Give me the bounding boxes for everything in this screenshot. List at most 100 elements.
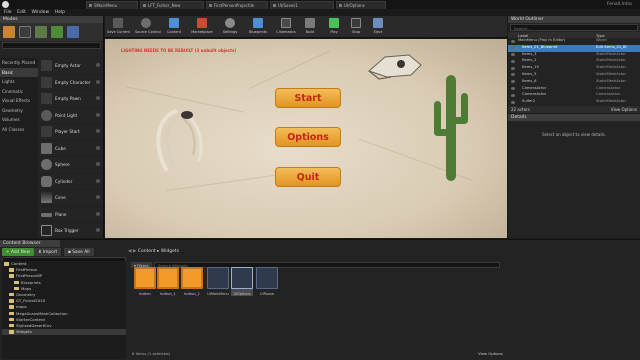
category-basic[interactable]: Basic bbox=[0, 67, 38, 77]
asset-tile[interactable]: button_1 bbox=[157, 267, 179, 296]
visibility-eye-icon[interactable] bbox=[511, 73, 515, 77]
asset-tile[interactable]: UIMainMenu bbox=[207, 267, 229, 296]
quit-button[interactable]: Quit bbox=[275, 167, 341, 187]
category-visual-effects[interactable]: Visual Effects bbox=[0, 96, 38, 106]
content-button[interactable]: Content bbox=[163, 17, 185, 37]
content-view-options-button[interactable]: View Options bbox=[478, 351, 503, 356]
breadcrumb-item[interactable]: Widgets bbox=[161, 249, 179, 254]
visibility-eye-icon[interactable] bbox=[511, 39, 515, 43]
actor-item[interactable]: Empty Pawn bbox=[39, 91, 103, 108]
outliner-row[interactable]: Items_5 StaticMeshActor bbox=[508, 72, 640, 79]
label-column-header[interactable]: Label bbox=[518, 33, 528, 38]
play-button[interactable]: Play bbox=[323, 17, 345, 37]
document-tab[interactable]: UI/Options bbox=[336, 1, 386, 9]
document-tab[interactable]: SMainMenu bbox=[86, 1, 138, 9]
eject-button[interactable]: Eject bbox=[367, 17, 389, 37]
actor-item[interactable]: Empty Actor bbox=[39, 58, 103, 75]
visibility-eye-icon[interactable] bbox=[511, 87, 515, 91]
ue-logo-icon[interactable] bbox=[2, 1, 9, 8]
category-lights[interactable]: Lights bbox=[0, 77, 38, 87]
document-tab[interactable]: FirstPersonProjectile bbox=[206, 1, 268, 9]
source-control-button[interactable]: Source Control bbox=[135, 17, 161, 37]
actor-item[interactable]: Cone bbox=[39, 190, 103, 207]
menu-window[interactable]: Window bbox=[31, 10, 49, 15]
outliner-row[interactable]: Sulfer2 StaticMeshActor bbox=[508, 99, 640, 106]
actor-item[interactable]: Point Light bbox=[39, 108, 103, 124]
outliner-row[interactable]: Items_3 StaticMeshActor bbox=[508, 52, 640, 59]
visibility-eye-icon[interactable] bbox=[511, 93, 515, 97]
menu-help[interactable]: Help bbox=[55, 10, 65, 15]
document-tab[interactable]: LFT_Fullscr_New bbox=[140, 1, 204, 9]
back-icon[interactable]: ◀ ▶ bbox=[128, 249, 138, 254]
visibility-eye-icon[interactable] bbox=[511, 100, 515, 104]
build-button[interactable]: Build bbox=[299, 17, 321, 37]
geometry-mode-icon[interactable] bbox=[67, 26, 79, 38]
menu-edit[interactable]: Edit bbox=[17, 10, 26, 15]
visibility-eye-icon[interactable] bbox=[511, 66, 515, 70]
foliage-mode-icon[interactable] bbox=[51, 26, 63, 38]
asset-tile[interactable]: UIPause bbox=[256, 267, 278, 296]
actor-item[interactable]: Box Trigger bbox=[39, 223, 103, 240]
actor-item[interactable]: Sphere bbox=[39, 157, 103, 174]
outliner-row[interactable]: CameraActor CameraActor bbox=[508, 86, 640, 93]
world-outliner-tab[interactable]: World Outliner bbox=[508, 16, 640, 23]
actor-item[interactable]: Cylinder bbox=[39, 174, 103, 190]
place-search-input[interactable] bbox=[2, 42, 101, 49]
cinematics-button[interactable]: Cinematics bbox=[275, 17, 297, 37]
asset-tile[interactable]: UIOptions bbox=[231, 267, 253, 296]
folder-icon bbox=[4, 262, 9, 266]
content-icon bbox=[169, 18, 179, 28]
type-column-header[interactable]: Type bbox=[596, 33, 605, 38]
options-button[interactable]: Options bbox=[275, 127, 341, 147]
breadcrumb-item[interactable]: Content bbox=[138, 249, 156, 254]
place-mode-icon[interactable] bbox=[3, 26, 15, 38]
marketplace-button[interactable]: Marketplace bbox=[191, 17, 213, 37]
outliner-row[interactable]: Items_6 StaticMeshActor bbox=[508, 79, 640, 86]
landscape-mode-icon[interactable] bbox=[35, 26, 47, 38]
outliner-row[interactable]: CameraActor CameraActor bbox=[508, 92, 640, 99]
category-recently-placed[interactable]: Recently Placed bbox=[0, 58, 38, 68]
outliner-row[interactable]: MainMenu (Play In Editor) World bbox=[508, 38, 640, 45]
modes-tab[interactable]: Modes bbox=[0, 16, 103, 23]
info-icon bbox=[96, 96, 100, 100]
level-viewport[interactable]: LIGHTING NEEDS TO BE REBUILT (3 unbuilt … bbox=[105, 39, 507, 238]
visibility-eye-icon[interactable] bbox=[511, 46, 515, 50]
actor-item[interactable]: Plane bbox=[39, 207, 103, 223]
clapperboard-icon bbox=[281, 18, 291, 28]
outliner-row[interactable]: Items_10 StaticMeshActor bbox=[508, 65, 640, 72]
start-button[interactable]: Start bbox=[275, 88, 341, 108]
document-tab[interactable]: UI/Saves1 bbox=[270, 1, 334, 9]
save-current-button[interactable]: Save Current bbox=[107, 17, 130, 37]
actor-item[interactable]: Cube bbox=[39, 141, 103, 157]
visibility-eye-icon[interactable] bbox=[511, 80, 515, 84]
details-tab[interactable]: Details bbox=[508, 114, 640, 121]
settings-button[interactable]: Settings bbox=[219, 17, 241, 37]
visibility-eye-icon[interactable] bbox=[511, 53, 515, 57]
menu-bar: File Edit Window Help bbox=[0, 9, 200, 16]
blueprints-button[interactable]: Blueprints bbox=[247, 17, 269, 37]
outliner-search-input[interactable]: Search... bbox=[510, 24, 638, 31]
category-all-classes[interactable]: All Classes bbox=[0, 125, 38, 135]
outliner-row[interactable]: Items_01_Blueprint Edit Items_01_Bl bbox=[508, 44, 640, 52]
save-all-button[interactable]: ▪ Save All bbox=[64, 248, 94, 256]
actor-item[interactable]: Empty Character bbox=[39, 75, 103, 91]
stop-button[interactable]: Stop bbox=[345, 17, 367, 37]
asset-tile[interactable]: button bbox=[134, 267, 156, 296]
category-geometry[interactable]: Geometry bbox=[0, 106, 38, 116]
widget-button-thumbnail bbox=[157, 267, 179, 289]
visibility-eye-icon[interactable] bbox=[511, 59, 515, 63]
actor-item[interactable]: Player Start bbox=[39, 124, 103, 141]
paint-mode-icon[interactable] bbox=[19, 26, 31, 38]
add-new-button[interactable]: + Add New bbox=[2, 248, 35, 256]
category-volumes[interactable]: Volumes bbox=[0, 115, 38, 125]
player-start-icon bbox=[41, 126, 52, 137]
category-cinematic[interactable]: Cinematic bbox=[0, 87, 38, 97]
outliner-view-options-button[interactable]: View Options bbox=[611, 107, 637, 112]
content-browser-tab[interactable]: Content Browser bbox=[0, 240, 60, 247]
asset-search-input[interactable]: Search Widgets bbox=[154, 262, 500, 268]
import-button[interactable]: ⬇ Import bbox=[34, 248, 62, 256]
asset-tile[interactable]: button_2 bbox=[181, 267, 203, 296]
menu-file[interactable]: File bbox=[4, 10, 12, 15]
outliner-row[interactable]: Items_2 StaticMeshActor bbox=[508, 58, 640, 65]
tree-folder[interactable]: Widgets bbox=[2, 329, 126, 336]
